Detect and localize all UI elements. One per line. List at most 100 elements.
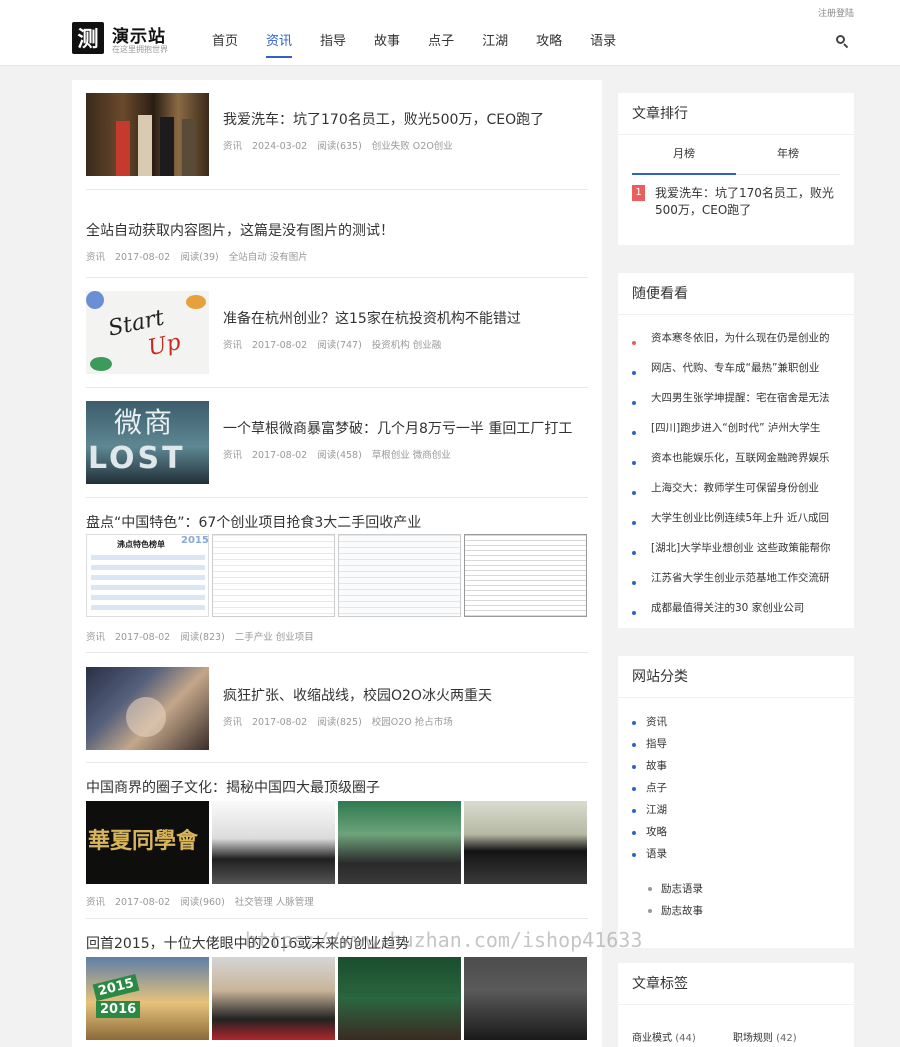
list-item[interactable]: 大四男生张学坤提醒：宅在宿舍是无法 (632, 388, 842, 418)
category-item[interactable]: 江湖 (632, 800, 667, 822)
rank-number: 1 (632, 185, 645, 201)
article-image[interactable] (338, 534, 461, 617)
article-title[interactable]: 疯狂扩张、收缩战线，校园O2O冰火两重天 (223, 685, 492, 705)
subcategory-item[interactable]: 励志故事 (648, 900, 703, 922)
article-thumbnail[interactable] (86, 667, 209, 750)
article-meta: 资讯 2017-08-02 阅读(458) 草根创业 微商创业 (223, 447, 451, 461)
article-title[interactable]: 盘点“中国特色”：67个创业项目抢食3大二手回收产业 (86, 512, 421, 532)
article-image[interactable]: 沸点特色榜单 2015 (86, 534, 209, 617)
article-thumbnail[interactable]: 微商 LOST (86, 401, 209, 484)
bullet-icon (632, 371, 636, 375)
category-item[interactable]: 攻略 (632, 822, 667, 844)
article-tags[interactable]: 创业失败 O2O创业 (372, 141, 453, 152)
list-item[interactable]: 资本也能娱乐化，互联网金融跨界娱乐 (632, 448, 842, 478)
nav-news[interactable]: 资讯 (266, 30, 293, 58)
article-image[interactable] (338, 957, 461, 1040)
article-category[interactable]: 资讯 (86, 252, 105, 263)
article-image[interactable] (212, 957, 335, 1040)
article-category[interactable]: 资讯 (223, 141, 242, 152)
article-tags[interactable]: 草根创业 微商创业 (372, 450, 451, 461)
article-category[interactable]: 资讯 (223, 450, 242, 461)
article-item[interactable]: 回首2015，十位大佬眼中的2016或未来的创业趋势 2015 2016 (86, 919, 588, 1047)
bullet-icon (632, 787, 636, 791)
list-item[interactable]: 上海交大：教师学生可保留身份创业 (632, 478, 842, 508)
thumbnail-text: Up (145, 329, 183, 362)
list-item[interactable]: 大学生创业比例连续5年上升 近八成回 (632, 508, 842, 538)
nav-jianghu[interactable]: 江湖 (482, 30, 508, 58)
nav-guide[interactable]: 指导 (320, 30, 346, 58)
search-icon[interactable] (835, 34, 849, 49)
article-title[interactable]: 中国商界的圈子文化：揭秘中国四大最顶级圈子 (86, 777, 380, 797)
nav-home[interactable]: 首页 (212, 30, 238, 58)
article-tags[interactable]: 全站自动 没有图片 (229, 252, 308, 263)
category-item[interactable]: 语录 (632, 844, 667, 866)
category-item[interactable]: 点子 (632, 778, 667, 800)
list-item[interactable]: 资本寒冬依旧，为什么现在仍是创业的 (632, 328, 842, 358)
article-date: 2017-08-02 (115, 252, 171, 263)
site-logo[interactable]: 测 演示站 在这里拥抱世界 (72, 22, 182, 56)
article-item[interactable]: 我爱洗车：坑了170名员工，败光500万，CEO跑了 资讯 2024-03-02 阅… (86, 93, 588, 190)
article-image[interactable] (338, 801, 461, 884)
article-category[interactable]: 资讯 (223, 340, 242, 351)
bullet-icon (632, 853, 636, 857)
article-item[interactable]: 全站自动获取内容图片，这篇是没有图片的测试！ 资讯 2017-08-02 阅读(39… (86, 190, 588, 278)
article-image[interactable] (464, 957, 587, 1040)
article-tags[interactable]: 投资机构 创业融 (372, 340, 442, 351)
article-reads: 阅读(960) (180, 897, 225, 908)
article-date: 2017-08-02 (252, 450, 308, 461)
article-image[interactable]: 華夏同學會 (86, 801, 209, 884)
article-image[interactable]: 2015 2016 (86, 957, 209, 1040)
rank-item-title[interactable]: 我爱洗车：坑了170名员工，败光500万，CEO跑了 (655, 185, 845, 219)
tab-yearly[interactable]: 年榜 (736, 145, 840, 163)
article-image[interactable] (464, 801, 587, 884)
register-login-link[interactable]: 注册登陆 (818, 6, 854, 19)
thumbnail-text: 微商 (114, 406, 175, 439)
tab-monthly[interactable]: 月榜 (632, 145, 736, 175)
main-nav: 首页 资讯 指导 故事 点子 江湖 攻略 语录 (212, 30, 644, 58)
category-item[interactable]: 指导 (632, 734, 667, 756)
nav-quotes[interactable]: 语录 (590, 30, 616, 58)
widget-title: 随便看看 (618, 273, 854, 315)
article-image[interactable] (464, 534, 587, 617)
nav-story[interactable]: 故事 (374, 30, 400, 58)
nav-strategy[interactable]: 攻略 (536, 30, 562, 58)
article-item[interactable]: 微商 LOST 一个草根微商暴富梦破：几个月8万亏一半 重回工厂打工 资讯 201… (86, 388, 588, 498)
article-item[interactable]: Start Up 准备在杭州创业？这15家在杭投资机构不能错过 资讯 2017-0… (86, 278, 588, 388)
subcategory-item[interactable]: 励志语录 (648, 878, 703, 900)
article-image[interactable] (212, 801, 335, 884)
article-title[interactable]: 准备在杭州创业？这15家在杭投资机构不能错过 (223, 308, 521, 328)
article-category[interactable]: 资讯 (223, 717, 242, 728)
article-thumbnail[interactable]: Start Up (86, 291, 209, 374)
list-item[interactable]: 网店、代购、专车成“最热”兼职创业 (632, 358, 842, 388)
article-image-row: 2015 2016 (86, 957, 590, 1040)
category-item[interactable]: 资讯 (632, 712, 667, 734)
list-item[interactable]: [湖北]大学毕业想创业 这些政策能帮你 (632, 538, 842, 568)
list-item[interactable]: 成都最值得关注的30 家创业公司 (632, 598, 842, 628)
random-post-list: 资本寒冬依旧，为什么现在仍是创业的 网店、代购、专车成“最热”兼职创业 大四男生… (632, 328, 842, 628)
article-title[interactable]: 回首2015，十位大佬眼中的2016或未来的创业趋势 (86, 933, 409, 953)
article-tags[interactable]: 二手产业 创业项目 (235, 632, 314, 643)
article-meta: 资讯 2017-08-02 阅读(823) 二手产业 创业项目 (86, 629, 314, 643)
tag-cloud: 商业模式 (44) 职场规则 (42) (632, 1029, 797, 1044)
article-item[interactable]: 中国商界的圈子文化：揭秘中国四大最顶级圈子 華夏同學會 资讯 2017-08-02… (86, 763, 588, 919)
article-tags[interactable]: 社交管理 人脉管理 (235, 897, 314, 908)
article-title[interactable]: 我爱洗车：坑了170名员工，败光500万，CEO跑了 (223, 109, 544, 129)
article-thumbnail[interactable] (86, 93, 209, 176)
article-title[interactable]: 全站自动获取内容图片，这篇是没有图片的测试！ (86, 220, 394, 240)
article-date: 2017-08-02 (252, 717, 308, 728)
list-item[interactable]: 江苏省大学生创业示范基地工作交流研 (632, 568, 842, 598)
tag-link[interactable]: 商业模式 (44) (632, 1033, 696, 1044)
article-reads: 阅读(39) (180, 252, 219, 263)
article-category[interactable]: 资讯 (86, 632, 105, 643)
nav-ideas[interactable]: 点子 (428, 30, 454, 58)
article-item[interactable]: 疯狂扩张、收缩战线，校园O2O冰火两重天 资讯 2017-08-02 阅读(825)… (86, 653, 588, 763)
article-item[interactable]: 盘点“中国特色”：67个创业项目抢食3大二手回收产业 沸点特色榜单 2015 资… (86, 498, 588, 653)
article-tags[interactable]: 校园O2O 抢占市场 (372, 717, 453, 728)
list-item[interactable]: [四川]跑步进入“创时代” 泸州大学生 (632, 418, 842, 448)
tag-link[interactable]: 职场规则 (42) (733, 1033, 797, 1044)
article-title[interactable]: 一个草根微商暴富梦破：几个月8万亏一半 重回工厂打工 (223, 418, 572, 438)
article-image[interactable] (212, 534, 335, 617)
category-item[interactable]: 故事 (632, 756, 667, 778)
article-category[interactable]: 资讯 (86, 897, 105, 908)
article-reads: 阅读(823) (180, 632, 225, 643)
